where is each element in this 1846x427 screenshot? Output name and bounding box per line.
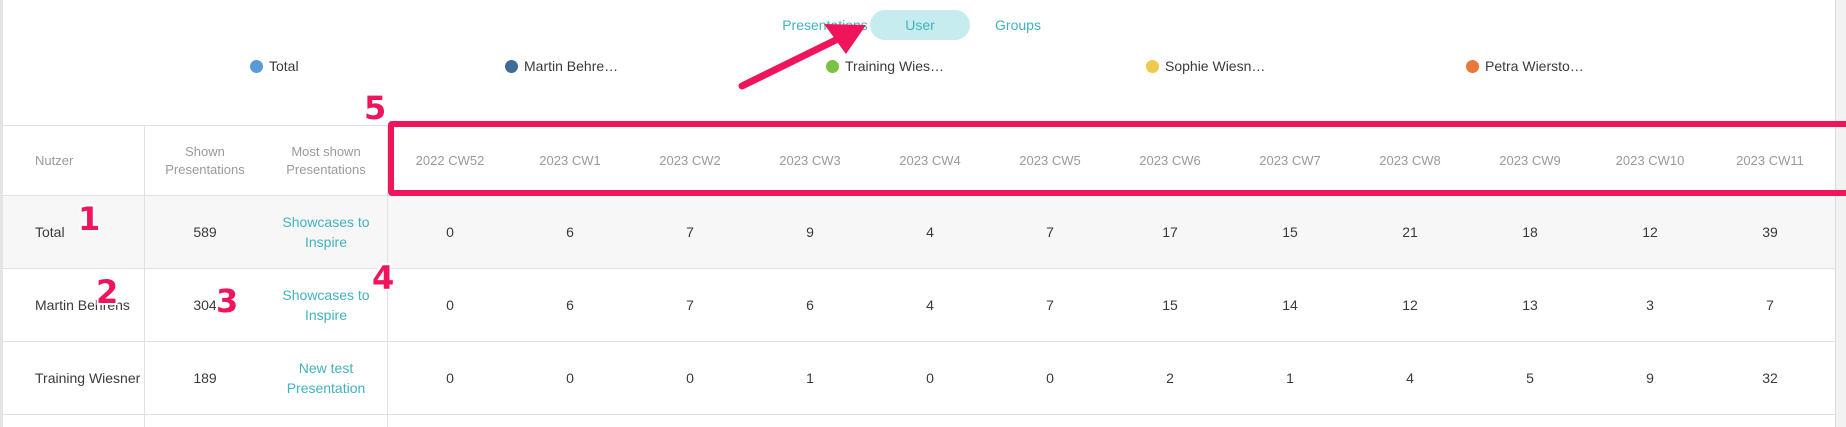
table-row-partial xyxy=(3,415,1835,427)
week-value: 0 xyxy=(566,370,574,386)
legend-label: Martin Behre… xyxy=(524,58,619,74)
header-week[interactable]: 2022 CW52 xyxy=(390,126,510,195)
tab-user[interactable]: User xyxy=(870,10,970,40)
user-statistics-table: Nutzer Shown Presentations Most shown Pr… xyxy=(3,125,1835,427)
header-week[interactable]: 2023 CW6 xyxy=(1110,126,1230,195)
row-most-shown-link[interactable]: Showcases to Inspire xyxy=(265,196,388,268)
header-week[interactable]: 2023 CW1 xyxy=(510,126,630,195)
header-week[interactable]: 2023 CW5 xyxy=(990,126,1110,195)
table-row: Martin Behrens 304 Showcases to Inspire … xyxy=(3,269,1835,342)
legend-item-training[interactable]: Training Wies… xyxy=(826,56,944,76)
header-week[interactable]: 2023 CW11 xyxy=(1710,126,1830,195)
week-value: 0 xyxy=(446,370,454,386)
week-value: 0 xyxy=(1046,370,1054,386)
row-user-name: Training Wiesner xyxy=(3,342,145,414)
legend-dot xyxy=(1466,59,1479,73)
week-value: 0 xyxy=(926,370,934,386)
week-value: 17 xyxy=(1162,224,1178,240)
row-user-name: Martin Behrens xyxy=(3,269,145,341)
table-header-row: Nutzer Shown Presentations Most shown Pr… xyxy=(3,126,1835,196)
table-row: Total 589 Showcases to Inspire 0 6 7 9 4 7 17 1… xyxy=(3,196,1835,269)
header-week[interactable]: 2023 CW2 xyxy=(630,126,750,195)
legend-label: Total xyxy=(269,58,299,74)
legend-label: Training Wies… xyxy=(845,58,945,74)
header-week[interactable]: 2023 CW4 xyxy=(870,126,990,195)
legend-item-total[interactable]: Total xyxy=(250,56,299,76)
week-value: 2 xyxy=(1166,370,1174,386)
legend-item-martin[interactable]: Martin Behre… xyxy=(505,56,618,76)
week-value: 32 xyxy=(1762,370,1778,386)
week-value: 0 xyxy=(686,370,694,386)
header-week[interactable]: 2023 CW3 xyxy=(750,126,870,195)
week-value: 6 xyxy=(806,297,814,313)
week-value: 0 xyxy=(446,297,454,313)
week-value: 7 xyxy=(686,224,694,240)
legend-item-petra[interactable]: Petra Wiersto… xyxy=(1466,56,1584,76)
week-value: 7 xyxy=(1046,224,1054,240)
week-value: 7 xyxy=(1766,297,1774,313)
legend-dot xyxy=(826,59,839,73)
chart-legend: Total Martin Behre… Training Wies… Sophi… xyxy=(0,56,1835,76)
legend-dot xyxy=(505,59,518,73)
week-value: 12 xyxy=(1642,224,1658,240)
week-value: 0 xyxy=(446,224,454,240)
header-shown-presentations[interactable]: Shown Presentations xyxy=(145,126,265,195)
week-value: 1 xyxy=(1286,370,1294,386)
tab-groups[interactable]: Groups xyxy=(985,10,1051,40)
legend-item-sophie[interactable]: Sophie Wiesn… xyxy=(1146,56,1265,76)
week-value: 9 xyxy=(1646,370,1654,386)
week-value: 5 xyxy=(1526,370,1534,386)
week-value: 4 xyxy=(926,224,934,240)
legend-dot xyxy=(1146,59,1159,73)
table-row: Training Wiesner 189 New test Presentati… xyxy=(3,342,1835,415)
week-value: 6 xyxy=(566,224,574,240)
row-shown-count: 189 xyxy=(193,370,217,386)
week-value: 39 xyxy=(1762,224,1778,240)
week-value: 21 xyxy=(1402,224,1418,240)
week-value: 1 xyxy=(806,370,814,386)
row-shown-count: 589 xyxy=(193,224,217,240)
vertical-scrollbar[interactable] xyxy=(1835,0,1846,427)
week-value: 7 xyxy=(1046,297,1054,313)
week-value: 3 xyxy=(1646,297,1654,313)
header-week[interactable]: 2023 CW8 xyxy=(1350,126,1470,195)
view-tabs: Presentations User Groups xyxy=(0,10,1835,40)
header-week[interactable]: 2023 CW9 xyxy=(1470,126,1590,195)
week-value: 15 xyxy=(1162,297,1178,313)
legend-dot xyxy=(250,59,263,73)
row-most-cell-partial xyxy=(265,415,388,427)
week-value: 13 xyxy=(1522,297,1538,313)
week-value: 7 xyxy=(686,297,694,313)
week-value: 6 xyxy=(566,297,574,313)
row-most-shown-link[interactable]: New test Presentation xyxy=(265,342,388,414)
row-user-cell-partial xyxy=(3,415,145,427)
header-week[interactable]: 2023 CW10 xyxy=(1590,126,1710,195)
week-value: 9 xyxy=(806,224,814,240)
week-value: 4 xyxy=(926,297,934,313)
week-value: 4 xyxy=(1406,370,1414,386)
week-value: 15 xyxy=(1282,224,1298,240)
row-user-name: Total xyxy=(3,196,145,268)
legend-label: Sophie Wiesn… xyxy=(1165,58,1266,74)
week-value: 18 xyxy=(1522,224,1538,240)
row-most-shown-link[interactable]: Showcases to Inspire xyxy=(265,269,388,341)
legend-label: Petra Wiersto… xyxy=(1485,58,1584,74)
header-user[interactable]: Nutzer xyxy=(3,126,145,195)
row-shown-count: 304 xyxy=(193,297,217,313)
week-value: 14 xyxy=(1282,297,1298,313)
header-most-shown[interactable]: Most shown Presentations xyxy=(265,126,388,195)
annotation-marker-5: 5 xyxy=(364,89,387,127)
week-value: 12 xyxy=(1402,297,1418,313)
header-week[interactable]: 2023 CW7 xyxy=(1230,126,1350,195)
